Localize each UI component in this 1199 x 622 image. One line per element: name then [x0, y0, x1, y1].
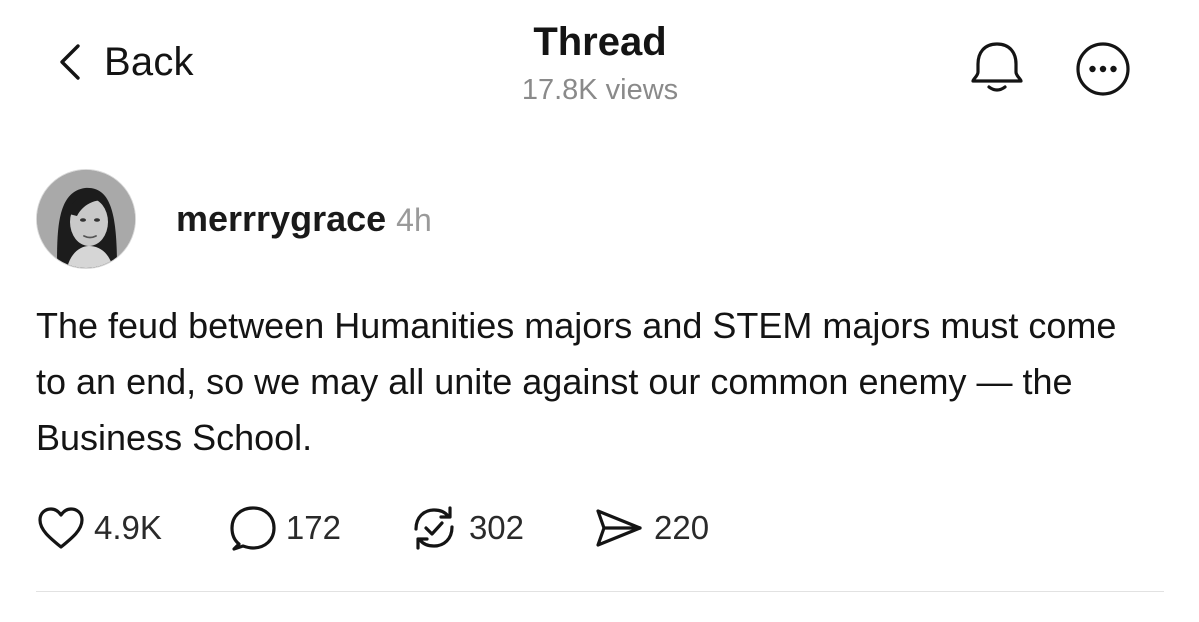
share-count: 220: [654, 509, 710, 546]
author-line: merrrygrace 4h: [176, 198, 432, 240]
heart-icon: [36, 505, 86, 551]
username[interactable]: merrrygrace: [176, 198, 386, 240]
divider: [36, 591, 1164, 592]
chevron-left-icon: [58, 42, 82, 82]
title-block: Thread 17.8K views: [400, 18, 800, 108]
back-button[interactable]: Back: [58, 38, 194, 86]
post-actions: 4.9K 172 302 220: [36, 502, 709, 554]
bell-icon[interactable]: [964, 36, 1030, 103]
comment-icon: [228, 504, 278, 552]
like-count: 4.9K: [94, 509, 162, 546]
send-icon: [592, 505, 646, 551]
thread-header: Back Thread 17.8K views: [0, 0, 1199, 140]
more-icon[interactable]: [1074, 40, 1132, 103]
repost-count: 302: [468, 509, 525, 546]
like-button[interactable]: 4.9K: [36, 505, 162, 551]
post-header: merrrygrace 4h: [36, 168, 432, 270]
view-count: 17.8K views: [521, 74, 679, 106]
reply-button[interactable]: 172: [228, 504, 341, 552]
reply-count: 172: [285, 509, 341, 546]
repost-icon: [407, 503, 461, 553]
repost-button[interactable]: 302: [407, 503, 524, 553]
post-text: The feud between Humanities majors and S…: [36, 305, 1117, 458]
page-title: Thread: [533, 20, 667, 64]
post-timestamp: 4h: [396, 202, 432, 238]
share-button[interactable]: 220: [592, 505, 709, 551]
back-label: Back: [104, 39, 194, 84]
avatar[interactable]: [36, 169, 136, 269]
